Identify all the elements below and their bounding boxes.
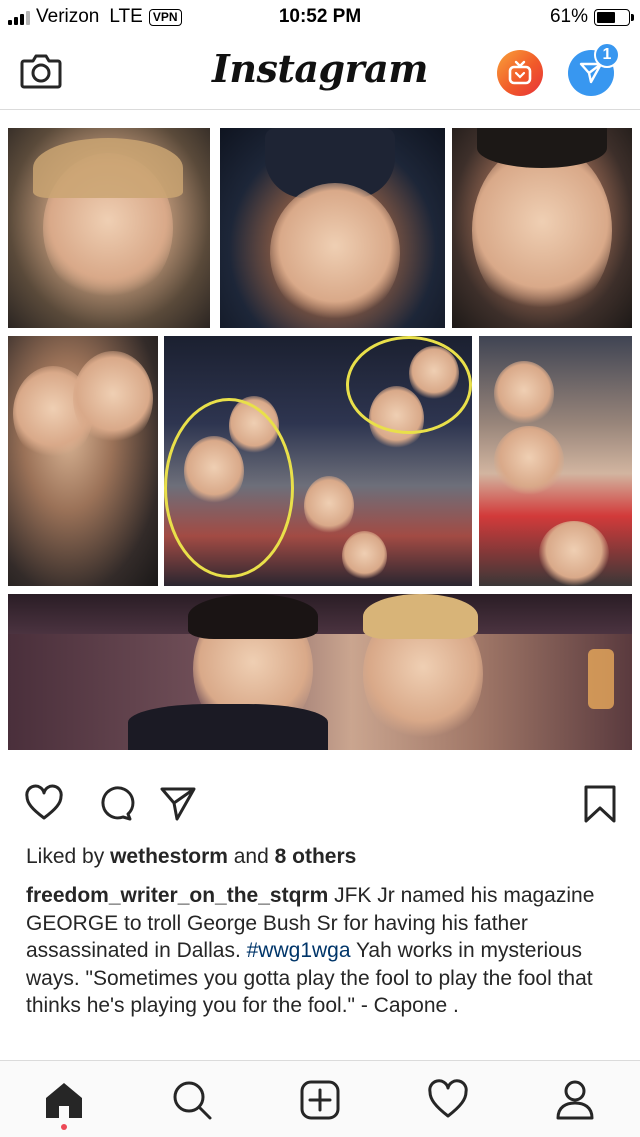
comment-button[interactable] (95, 784, 135, 824)
collage-photo-6 (479, 336, 632, 586)
direct-badge: 1 (594, 42, 620, 68)
collage-photo-4 (8, 336, 158, 586)
tab-search[interactable] (167, 1075, 217, 1125)
profile-icon (556, 1080, 594, 1120)
collage-photo-5 (164, 336, 472, 586)
heart-icon (25, 784, 63, 820)
caption-username[interactable]: freedom_writer_on_the_stqrm (26, 884, 328, 907)
instagram-logo: Instagram (212, 46, 428, 91)
likes-line: Liked by wethestorm and 8 others (26, 845, 356, 869)
igtv-icon (508, 60, 532, 85)
share-button[interactable] (158, 784, 198, 824)
status-time: 10:52 PM (278, 6, 362, 27)
collage-photo-2 (220, 128, 445, 328)
status-right: 61% (549, 6, 634, 28)
collage-photo-1 (8, 128, 210, 328)
post-image[interactable] (8, 128, 632, 750)
search-icon (173, 1081, 212, 1120)
home-notification-dot (61, 1124, 67, 1130)
likes-middle: and (227, 845, 275, 868)
tab-home[interactable] (39, 1075, 89, 1125)
save-button[interactable] (580, 784, 620, 824)
tab-add-post[interactable] (295, 1075, 345, 1125)
like-button[interactable] (24, 784, 64, 824)
liked-by-user[interactable]: wethestorm (110, 845, 228, 868)
highlight-circle (346, 336, 472, 434)
add-post-icon (300, 1080, 340, 1120)
likes-prefix: Liked by (26, 845, 111, 868)
top-nav-bar: Instagram 1 (0, 36, 640, 110)
tab-profile[interactable] (550, 1075, 600, 1125)
igtv-button[interactable] (497, 50, 543, 96)
heart-icon (428, 1079, 468, 1118)
home-icon (46, 1083, 82, 1118)
direct-messages-button[interactable]: 1 (568, 42, 620, 96)
comment-icon (101, 786, 135, 821)
post-caption: freedom_writer_on_the_stqrm JFK Jr named… (26, 882, 626, 1020)
bookmark-icon (584, 785, 616, 823)
share-icon (160, 787, 196, 821)
battery-percent: 61% (549, 6, 588, 27)
likes-others[interactable]: 8 others (275, 845, 357, 868)
tab-activity[interactable] (423, 1075, 473, 1125)
bottom-tab-bar (0, 1060, 640, 1137)
collage-photo-3 (452, 128, 632, 328)
battery-icon (594, 8, 634, 26)
post-action-bar (0, 770, 640, 836)
status-bar: Verizon LTE VPN 10:52 PM 61% (0, 0, 640, 36)
highlight-circle (164, 398, 294, 578)
caption-hashtag[interactable]: #wwg1wga (247, 939, 351, 962)
collage-photo-7 (8, 594, 632, 750)
